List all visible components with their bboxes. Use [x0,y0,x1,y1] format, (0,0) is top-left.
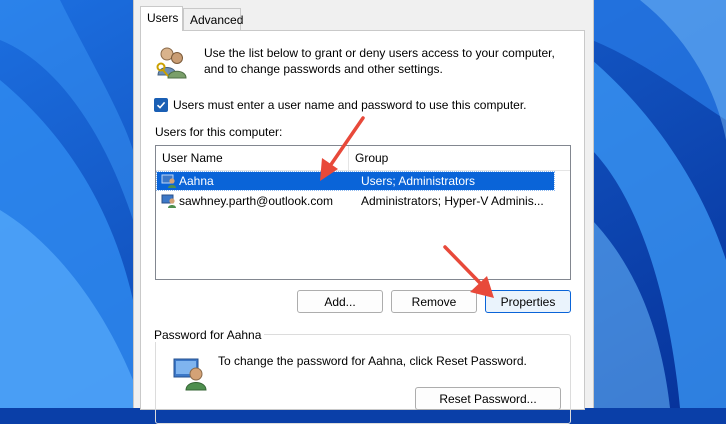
properties-button[interactable]: Properties [485,290,571,313]
password-group [155,334,571,424]
tab-advanced[interactable]: Advanced [183,8,243,30]
user-accounts-dialog: Advanced Users Use the list below to gra… [133,0,594,424]
user-account-icon [161,194,176,208]
user-name-cell: Aahna [179,174,214,188]
remove-user-button[interactable]: Remove [391,290,477,313]
group-cell: Users; Administrators [361,174,476,188]
user-password-icon [173,358,207,391]
intro-text: Use the list below to grant or deny user… [204,46,555,76]
require-password-label: Users must enter a user name and passwor… [173,98,527,112]
checkmark-icon [156,101,166,109]
require-password-checkbox[interactable] [154,98,168,112]
list-header: User Name Group [156,146,570,171]
users-keys-icon [156,47,187,79]
password-group-legend: Password for Aahna [151,328,265,342]
group-cell: Administrators; Hyper-V Adminis... [361,194,544,208]
add-user-button[interactable]: Add... [297,290,383,313]
users-tab-panel: Use the list below to grant or deny user… [140,30,585,424]
column-header-group[interactable]: Group [349,146,576,170]
column-header-user-name[interactable]: User Name [156,146,349,170]
table-row[interactable]: sawhney.parth@outlook.com Administrators… [157,192,554,210]
users-section-label: Users for this computer: [155,125,283,139]
require-password-row[interactable]: Users must enter a user name and passwor… [154,97,527,113]
tab-users[interactable]: Users [140,6,183,31]
user-name-cell: sawhney.parth@outlook.com [179,194,334,208]
reset-password-button[interactable]: Reset Password... [415,387,561,410]
password-instructions: To change the password for Aahna, click … [218,354,527,368]
table-row[interactable]: Aahna Users; Administrators [156,171,555,191]
users-list[interactable]: User Name Group Aahna Users; Administrat… [155,145,571,280]
user-account-icon [161,174,176,188]
